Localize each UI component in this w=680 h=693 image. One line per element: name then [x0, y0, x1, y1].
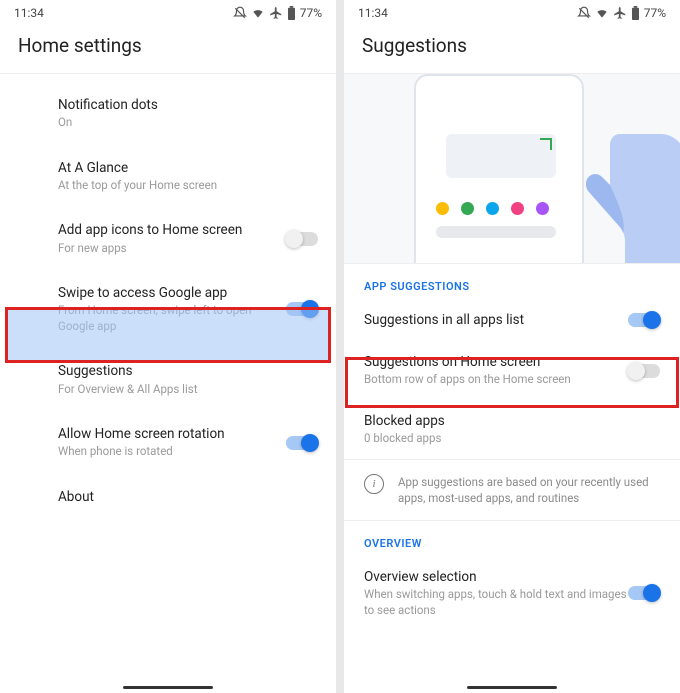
- row-title: Blocked apps: [364, 412, 660, 430]
- status-time: 11:34: [358, 6, 388, 20]
- row-about[interactable]: About: [0, 474, 336, 520]
- toggle-add-app-icons[interactable]: [286, 232, 318, 246]
- row-sub: 0 blocked apps: [364, 431, 660, 447]
- hero-dot: [511, 202, 524, 215]
- toggle-swipe-google[interactable]: [286, 302, 318, 316]
- hero-illustration: [344, 74, 680, 264]
- hand-icon: [530, 114, 680, 264]
- row-notification-dots[interactable]: Notification dots On: [0, 82, 336, 145]
- status-time: 11:34: [14, 6, 44, 20]
- row-title: At A Glance: [58, 159, 318, 177]
- row-title: Suggestions on Home screen: [364, 353, 628, 371]
- hero-dot: [436, 202, 449, 215]
- row-sub: From Home screen, swipe left to open Goo…: [58, 303, 286, 334]
- settings-list: Notification dots On At A Glance At the …: [0, 74, 336, 520]
- battery-icon: [631, 6, 640, 20]
- row-sub: When phone is rotated: [58, 444, 286, 460]
- row-sub: Bottom row of apps on the Home screen: [364, 372, 628, 388]
- status-icons: 77%: [577, 6, 666, 20]
- row-rotation[interactable]: Allow Home screen rotation When phone is…: [0, 411, 336, 474]
- section-app-suggestions: APP SUGGESTIONS: [344, 264, 680, 299]
- row-title: Overview selection: [364, 568, 628, 586]
- page-title: Home settings: [0, 22, 336, 73]
- row-swipe-google[interactable]: Swipe to access Google app From Home scr…: [0, 270, 336, 348]
- row-title: Allow Home screen rotation: [58, 425, 286, 443]
- wifi-icon: [595, 6, 609, 20]
- info-text: App suggestions are based on your recent…: [398, 474, 660, 506]
- row-at-a-glance[interactable]: At A Glance At the top of your Home scre…: [0, 145, 336, 208]
- row-sub: On: [58, 115, 318, 131]
- nav-bar[interactable]: [467, 686, 557, 689]
- airplane-icon: [269, 6, 283, 20]
- row-title: About: [58, 488, 318, 506]
- row-sub: For new apps: [58, 241, 286, 257]
- row-sub: When switching apps, touch & hold text a…: [364, 587, 628, 618]
- row-title: Notification dots: [58, 96, 318, 114]
- phone-left: 11:34 77% Home settings Notification dot…: [0, 0, 336, 693]
- row-add-app-icons[interactable]: Add app icons to Home screen For new app…: [0, 207, 336, 270]
- page-title: Suggestions: [344, 22, 680, 73]
- status-icons: 77%: [233, 6, 322, 20]
- row-sub: For Overview & All Apps list: [58, 382, 318, 398]
- hero-dot: [461, 202, 474, 215]
- info-icon: i: [364, 474, 384, 494]
- airplane-icon: [613, 6, 627, 20]
- toggle-rotation[interactable]: [286, 436, 318, 450]
- wifi-icon: [251, 6, 265, 20]
- toggle-suggestions-home[interactable]: [628, 364, 660, 378]
- row-suggestions[interactable]: Suggestions For Overview & All Apps list: [0, 348, 336, 411]
- row-sub: At the top of your Home screen: [58, 178, 318, 194]
- toggle-overview-selection[interactable]: [628, 586, 660, 600]
- status-bar: 11:34 77%: [344, 0, 680, 22]
- status-bar: 11:34 77%: [0, 0, 336, 22]
- row-title: Swipe to access Google app: [58, 284, 286, 302]
- info-row: i App suggestions are based on your rece…: [344, 459, 680, 521]
- phone-right: 11:34 77% Suggestions: [344, 0, 680, 693]
- battery-pct: 77%: [300, 6, 322, 20]
- row-suggestions-home[interactable]: Suggestions on Home screen Bottom row of…: [344, 341, 680, 400]
- battery-icon: [287, 6, 296, 20]
- nav-bar[interactable]: [123, 686, 213, 689]
- row-title: Suggestions in all apps list: [364, 311, 628, 329]
- hero-dot: [486, 202, 499, 215]
- row-overview-selection[interactable]: Overview selection When switching apps, …: [344, 556, 680, 630]
- battery-pct: 77%: [644, 6, 666, 20]
- toggle-suggestions-all-apps[interactable]: [628, 313, 660, 327]
- mute-icon: [233, 6, 247, 20]
- mute-icon: [577, 6, 591, 20]
- row-title: Suggestions: [58, 362, 318, 380]
- row-blocked-apps[interactable]: Blocked apps 0 blocked apps: [344, 400, 680, 459]
- row-suggestions-all-apps[interactable]: Suggestions in all apps list: [344, 299, 680, 341]
- row-title: Add app icons to Home screen: [58, 221, 286, 239]
- section-overview: OVERVIEW: [344, 521, 680, 556]
